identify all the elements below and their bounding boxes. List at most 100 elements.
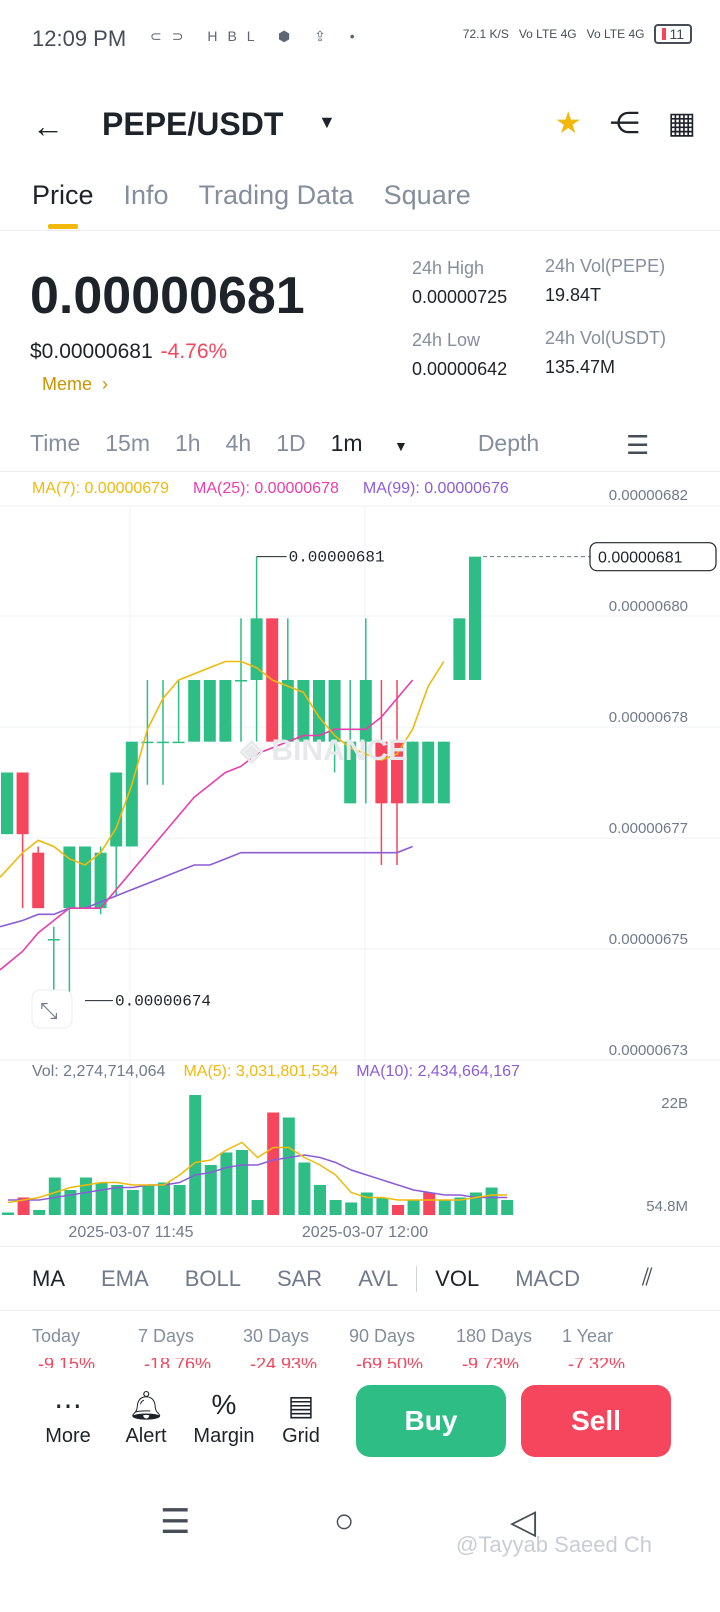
tab-info[interactable]: Info <box>124 180 169 211</box>
expand-icon-glyph: ⤡ <box>40 998 58 1023</box>
meme-tag[interactable]: Meme › <box>42 374 108 395</box>
meme-tag-label: Meme <box>42 374 93 394</box>
tab-price[interactable]: Price <box>32 180 94 229</box>
volume-bar <box>423 1192 436 1215</box>
divider <box>0 230 720 231</box>
status-icons: ⊂⊃ HBL ⬢ ⇪ • <box>150 28 365 44</box>
divider <box>0 1246 720 1247</box>
volume-bar <box>282 1117 295 1215</box>
tf-depth[interactable]: Depth <box>478 430 539 457</box>
volume-bar <box>345 1202 358 1215</box>
tf-1h[interactable]: 1h <box>175 430 201 457</box>
ind-vol[interactable]: VOL <box>416 1266 479 1292</box>
tf-1m-label: 1m <box>330 430 363 456</box>
ind-avl[interactable]: AVL <box>358 1266 398 1292</box>
network-1: Vo LTE 4G <box>518 27 577 41</box>
vol-ma5-label: MA(5): 3,031,801,534 <box>183 1063 339 1080</box>
perf-label: 180 Days <box>456 1326 533 1346</box>
tf-1m[interactable]: 1m ▼ <box>331 430 433 457</box>
volume-bar <box>314 1185 326 1215</box>
grid-button[interactable]: ▤ Grid <box>261 1389 341 1448</box>
price-change: -4.76% <box>160 340 228 363</box>
candle-body <box>453 618 466 680</box>
home-icon[interactable]: ○ <box>334 1502 355 1541</box>
sell-button[interactable]: Sell <box>521 1385 671 1457</box>
stat-label: 24h Low <box>412 330 481 350</box>
stat-label: 24h Vol(PEPE) <box>545 256 666 276</box>
ind-sar[interactable]: SAR <box>277 1266 322 1292</box>
volume-bar <box>376 1197 389 1215</box>
tab-square[interactable]: Square <box>384 180 471 211</box>
chart-settings-icon[interactable]: ☰ <box>626 430 649 461</box>
perf-value: -69.50% <box>356 1358 424 1368</box>
pair-title[interactable]: PEPE/USDT <box>102 106 283 143</box>
tf-4h[interactable]: 4h <box>226 430 252 457</box>
ind-ema[interactable]: EMA <box>101 1266 149 1292</box>
performance-values: -9.15% -18.76% -24.93% -69.50% -9.73% -7… <box>32 1358 692 1368</box>
watermark: @Tayyab Saeed Ch <box>456 1532 653 1557</box>
favorite-star-icon[interactable]: ★ <box>555 106 582 141</box>
more-icon: ⋯ <box>54 1390 82 1421</box>
ind-boll[interactable]: BOLL <box>185 1266 241 1292</box>
tf-15m[interactable]: 15m <box>105 430 150 457</box>
volume-bar <box>33 1210 46 1215</box>
network-2: Vo LTE 4G <box>586 27 645 41</box>
network-speed: 72.1 K/S <box>462 27 509 41</box>
alert-button[interactable]: 🔔︎ Alert <box>106 1389 186 1448</box>
candle-body <box>422 741 435 804</box>
indicator-settings-icon[interactable]: ⫽ <box>642 1264 653 1292</box>
ind-ma[interactable]: MA <box>32 1266 65 1292</box>
volume-bar <box>329 1200 342 1215</box>
grid-bot-icon: ▤ <box>287 1390 315 1421</box>
low-label: 0.00000674 <box>115 993 211 1011</box>
ind-macd[interactable]: MACD <box>515 1266 580 1292</box>
vol-axis-top: 22B <box>661 1095 688 1112</box>
candle-body <box>437 741 450 804</box>
candle-body <box>47 939 60 941</box>
perf-value: -24.93% <box>250 1358 318 1368</box>
battery-icon: 11 <box>654 24 692 44</box>
bell-icon: 🔔︎ <box>128 1390 164 1421</box>
perf-label: 7 Days <box>138 1326 195 1346</box>
y-tick-label: 0.00000677 <box>609 820 688 837</box>
vol-label: Vol: 2,274,714,064 <box>32 1063 166 1080</box>
volume-bar <box>438 1200 451 1215</box>
header-actions: ★ ⋲ ▦ <box>555 106 696 141</box>
usd-price: $0.00000681 <box>30 340 153 363</box>
back-arrow-icon[interactable]: ← <box>32 108 64 145</box>
recents-icon[interactable]: ☰ <box>160 1502 190 1542</box>
share-icon[interactable]: ⋲ <box>610 106 640 141</box>
stat-value: 0.00000725 <box>412 287 508 307</box>
chevron-down-icon[interactable]: ▼ <box>318 112 336 133</box>
vol-ma10-label: MA(10): 2,434,664,167 <box>356 1063 520 1080</box>
volume-bar <box>501 1200 514 1215</box>
price-chart[interactable]: 0.00000682 0.00000680 0.00000678 0.00000677… <box>0 470 720 1250</box>
tf-time[interactable]: Time <box>30 430 80 457</box>
header: ← PEPE/USDT ▼ ★ ⋲ ▦ <box>0 100 720 150</box>
perf-value: -9.15% <box>38 1358 96 1368</box>
candle-body <box>125 741 138 847</box>
stat-value: 135.47M <box>545 357 616 377</box>
tf-1d[interactable]: 1D <box>276 430 305 457</box>
grid-menu-icon[interactable]: ▦ <box>668 106 696 141</box>
volume-bar <box>392 1205 404 1215</box>
candle-body <box>297 680 310 742</box>
x-tick-label: 2025-03-07 11:45 <box>68 1224 193 1241</box>
tab-trading-data[interactable]: Trading Data <box>199 180 354 211</box>
volume-bar <box>267 1112 280 1215</box>
volume-bar <box>126 1190 139 1215</box>
stat-24h-vol-pepe: 24h Vol(PEPE) 19.84T <box>545 256 665 306</box>
y-tick-label: 0.00000678 <box>609 709 688 726</box>
divider <box>0 1310 720 1311</box>
candle-body <box>157 741 169 744</box>
x-tick-label: 2025-03-07 12:00 <box>302 1224 428 1241</box>
candle-body <box>32 852 45 909</box>
candle-body <box>281 680 294 742</box>
volume-bar <box>95 1182 108 1215</box>
margin-button[interactable]: % Margin <box>184 1389 264 1448</box>
perf-value: -9.73% <box>462 1358 520 1368</box>
volume-bar <box>236 1150 248 1215</box>
chevron-down-icon: ▼ <box>393 438 408 454</box>
buy-button[interactable]: Buy <box>356 1385 506 1457</box>
more-button[interactable]: ⋯ More <box>28 1389 108 1448</box>
